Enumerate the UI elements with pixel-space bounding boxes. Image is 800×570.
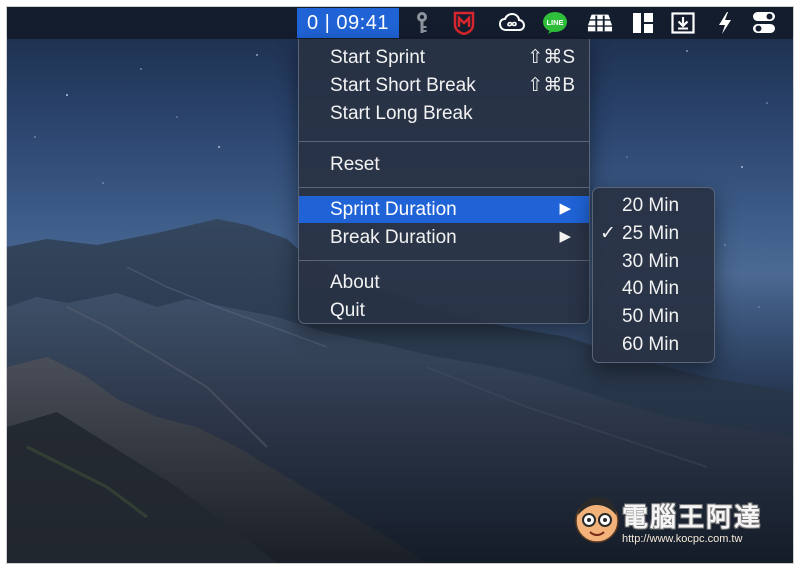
shortcut-start-short-break: ⇧⌘B (527, 75, 575, 96)
checkmark-icon: ✓ (600, 223, 616, 244)
mcafee-icon[interactable] (451, 10, 477, 36)
watermark-url: http://www.kocpc.com.tw (622, 533, 743, 545)
menu-item-sprint-duration[interactable]: Sprint Duration ▶ (299, 196, 589, 223)
key-icon[interactable] (409, 10, 435, 36)
duration-label: 60 Min (622, 333, 680, 355)
menu-item-label: Sprint Duration (330, 198, 457, 220)
duration-label: 25 Min (622, 222, 680, 244)
duration-option-20[interactable]: 20 Min (593, 192, 714, 219)
menu-separator (299, 141, 589, 142)
screenshot-frame: 0 | 09:41 LINE Start Sprint ⇧⌘S Start Sh… (6, 6, 794, 564)
submenu-arrow-icon: ▶ (559, 228, 571, 245)
duration-option-25[interactable]: ✓ 25 Min (593, 220, 714, 247)
watermark-title: 電腦王阿達 (622, 503, 763, 533)
menu-item-label: About (330, 271, 380, 293)
pomodoro-timer-status-item[interactable]: 0 | 09:41 (297, 8, 399, 38)
pomodoro-menu: Start Sprint ⇧⌘S Start Short Break ⇧⌘B S… (298, 39, 590, 324)
menu-item-quit[interactable]: Quit (299, 297, 589, 324)
menu-item-about[interactable]: About (299, 269, 589, 296)
menu-item-start-short-break[interactable]: Start Short Break ⇧⌘B (299, 72, 589, 99)
menu-separator (299, 187, 589, 188)
menu-item-break-duration[interactable]: Break Duration ▶ (299, 224, 589, 251)
menu-item-start-long-break[interactable]: Start Long Break (299, 100, 589, 127)
menu-item-start-sprint[interactable]: Start Sprint ⇧⌘S (299, 44, 589, 71)
line-icon[interactable]: LINE (542, 10, 568, 36)
line-badge-text: LINE (546, 18, 563, 27)
menu-item-reset[interactable]: Reset (299, 151, 589, 178)
menu-item-label: Start Long Break (330, 102, 473, 124)
submenu-arrow-icon: ▶ (559, 200, 571, 217)
duration-label: 20 Min (622, 194, 680, 216)
duration-label: 30 Min (622, 250, 680, 272)
duration-label: 50 Min (622, 305, 680, 327)
bolt-icon[interactable] (712, 10, 738, 36)
layout-icon[interactable] (630, 10, 656, 36)
menu-bar: 0 | 09:41 LINE (7, 7, 793, 39)
menu-item-label: Reset (330, 153, 380, 175)
duration-option-50[interactable]: 50 Min (593, 303, 714, 330)
creative-cloud-icon[interactable] (499, 10, 525, 36)
timer-readout: 0 | 09:41 (307, 11, 389, 34)
menu-item-label: Break Duration (330, 226, 457, 248)
duration-option-60[interactable]: 60 Min (593, 331, 714, 358)
sprint-duration-submenu: 20 Min ✓ 25 Min 30 Min 40 Min 50 Min 60 … (592, 187, 715, 363)
duration-label: 40 Min (622, 277, 680, 299)
shortcut-start-sprint: ⇧⌘S (527, 47, 575, 68)
duration-option-30[interactable]: 30 Min (593, 248, 714, 275)
toggle-icon[interactable] (751, 10, 777, 36)
stack-icon[interactable] (587, 10, 613, 36)
mascot-face-icon (575, 497, 619, 543)
watermark: 電腦王阿達 http://www.kocpc.com.tw (572, 483, 793, 563)
menu-separator (299, 260, 589, 261)
menu-item-label: Quit (330, 299, 365, 321)
download-box-icon[interactable] (670, 10, 696, 36)
duration-option-40[interactable]: 40 Min (593, 275, 714, 302)
